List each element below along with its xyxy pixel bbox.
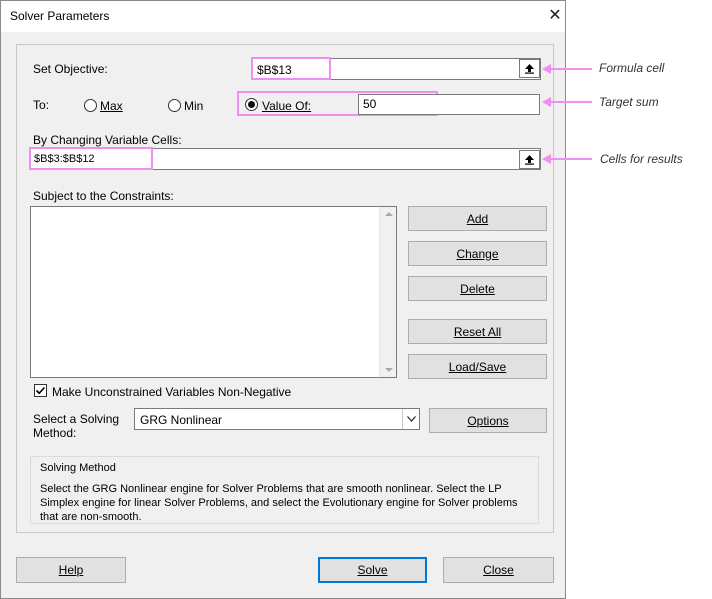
target-sum-annotation: Target sum — [599, 95, 659, 109]
value-of-radio-label: Value Of: — [262, 99, 312, 113]
solving-method-description: Select the GRG Nonlinear engine for Solv… — [40, 483, 518, 523]
scroll-down-icon[interactable] — [385, 368, 393, 372]
change-button-label: Change — [456, 246, 499, 261]
constraints-label: Subject to the Constraints: — [33, 189, 174, 203]
reset-all-button[interactable]: Reset All — [408, 319, 547, 344]
value-of-radio[interactable] — [245, 98, 258, 111]
close-button-label: Close — [483, 563, 514, 577]
target-sum-arrow-line — [550, 101, 592, 103]
min-radio-label: Min — [184, 99, 204, 113]
delete-button-label: Delete — [460, 281, 495, 296]
min-radio[interactable] — [168, 99, 181, 112]
change-button[interactable]: Change — [408, 241, 547, 266]
cells-for-results-annotation: Cells for results — [600, 152, 683, 166]
collapse-dialog-arrow-icon — [525, 64, 534, 74]
add-button-label: Add — [466, 211, 489, 226]
collapse-dialog-arrow-icon — [525, 155, 534, 165]
value-of-input[interactable] — [358, 94, 540, 115]
to-label: To: — [33, 98, 50, 112]
options-button-label: Options — [467, 413, 509, 428]
formula-cell-arrow-line — [550, 68, 592, 70]
delete-button[interactable]: Delete — [408, 276, 547, 301]
options-button[interactable]: Options — [429, 408, 547, 433]
cells-for-results-arrow-line — [550, 158, 592, 160]
constraints-list[interactable] — [30, 206, 397, 378]
solving-method-select[interactable]: GRG Nonlinear — [134, 408, 420, 430]
method-label-line1: Select a Solving — [33, 412, 120, 426]
changing-cells-ref-button[interactable] — [519, 150, 540, 169]
solving-method-group: Solving Method Select the GRG Nonlinear … — [30, 456, 539, 524]
solving-method-title: Solving Method — [40, 462, 116, 474]
solving-method-value: GRG Nonlinear — [140, 413, 223, 427]
checkmark-icon — [35, 386, 46, 395]
reset-all-button-label: Reset All — [453, 324, 502, 339]
set-objective-label: Set Objective: — [33, 62, 108, 76]
changing-cells-value: $B$3:$B$12 — [34, 153, 95, 165]
formula-cell-annotation: Formula cell — [599, 61, 665, 75]
title-bar: Solver Parameters ✕ — [1, 1, 565, 32]
max-radio[interactable] — [84, 99, 97, 112]
max-radio-label: Max — [100, 99, 123, 113]
nonnegative-label: Make Unconstrained Variables Non-Negativ… — [52, 385, 292, 399]
solve-button[interactable]: Solve — [318, 557, 427, 583]
changing-cells-label: By Changing Variable Cells: — [33, 133, 182, 147]
nonnegative-checkbox[interactable] — [34, 384, 47, 397]
method-label-line2: Method: — [33, 426, 77, 440]
load-save-button-label: Load/Save — [448, 359, 507, 374]
constraints-scrollbar[interactable] — [379, 207, 396, 377]
help-button[interactable]: Help — [16, 557, 126, 583]
load-save-button[interactable]: Load/Save — [408, 354, 547, 379]
close-button[interactable]: Close — [443, 557, 554, 583]
solve-button-label: Solve — [357, 563, 388, 577]
objective-value: $B$13 — [257, 63, 292, 77]
scroll-up-icon[interactable] — [385, 212, 393, 216]
close-icon[interactable]: ✕ — [545, 6, 565, 26]
chevron-down-icon[interactable] — [402, 409, 419, 429]
objective-ref-button[interactable] — [519, 59, 540, 78]
help-button-label: Help — [58, 563, 84, 577]
dialog-title: Solver Parameters — [10, 9, 110, 23]
add-button[interactable]: Add — [408, 206, 547, 231]
value-of-value: 50 — [363, 97, 377, 111]
